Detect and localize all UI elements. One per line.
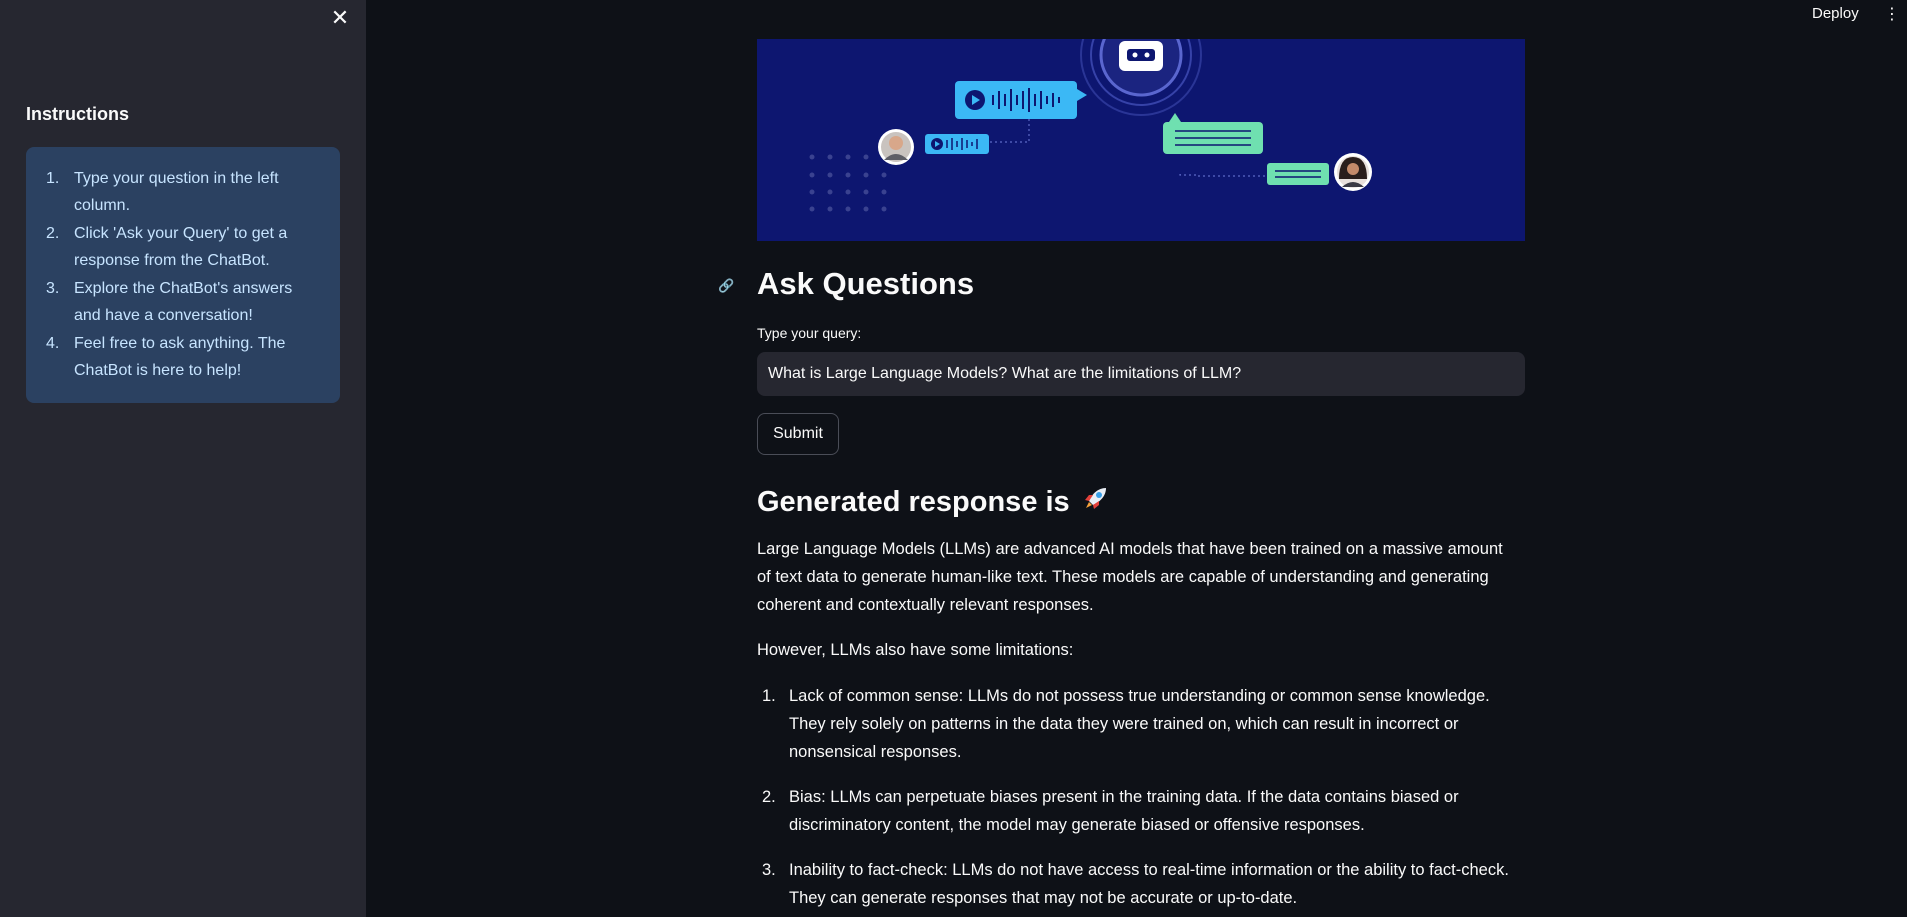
response-paragraph: Large Language Models (LLMs) are advance… — [757, 540, 1503, 614]
list-item: 1. Lack of common sense: LLMs do not poss… — [762, 687, 1490, 761]
list-item: 3. Inability to fact-check: LLMs do not h… — [762, 861, 1509, 907]
main-menu-icon[interactable]: ⋮ — [1884, 5, 1900, 25]
link-icon[interactable]: 🔗 — [718, 278, 734, 294]
sidebar-title: Instructions — [26, 104, 130, 124]
chatbot-banner-image — [757, 39, 1525, 241]
list-item: 1. Type your question in the left column. — [46, 170, 279, 214]
page-title: Ask Questions — [757, 266, 975, 301]
sidebar: ✕ Instructions 1. Type your question in t… — [0, 0, 366, 917]
list-item: 3. Explore the ChatBot's answers and have… — [46, 280, 293, 324]
deploy-button[interactable]: Deploy — [1812, 5, 1859, 22]
list-item: 4. Feel free to ask anything. The ChatBot… — [46, 335, 286, 379]
response-body: Large Language Models (LLMs) are advance… — [757, 535, 1517, 917]
instructions-box: 1. Type your question in the left column.… — [26, 147, 340, 403]
close-sidebar-icon[interactable]: ✕ — [328, 6, 352, 30]
response-paragraph: However, LLMs also have some limitations… — [757, 641, 1074, 659]
query-label: Type your query: — [757, 325, 862, 341]
rocket-icon — [1080, 482, 1112, 522]
submit-button[interactable]: Submit — [757, 413, 839, 455]
limitations-list: 1. Lack of common sense: LLMs do not poss… — [757, 682, 1517, 912]
response-heading: Generated response is — [757, 482, 1112, 522]
list-item: 2. Click 'Ask your Query' to get a respon… — [46, 225, 288, 269]
query-input[interactable] — [757, 352, 1525, 396]
response-heading-text: Generated response is — [757, 485, 1070, 518]
list-item: 2. Bias: LLMs can perpetuate biases prese… — [762, 788, 1459, 834]
